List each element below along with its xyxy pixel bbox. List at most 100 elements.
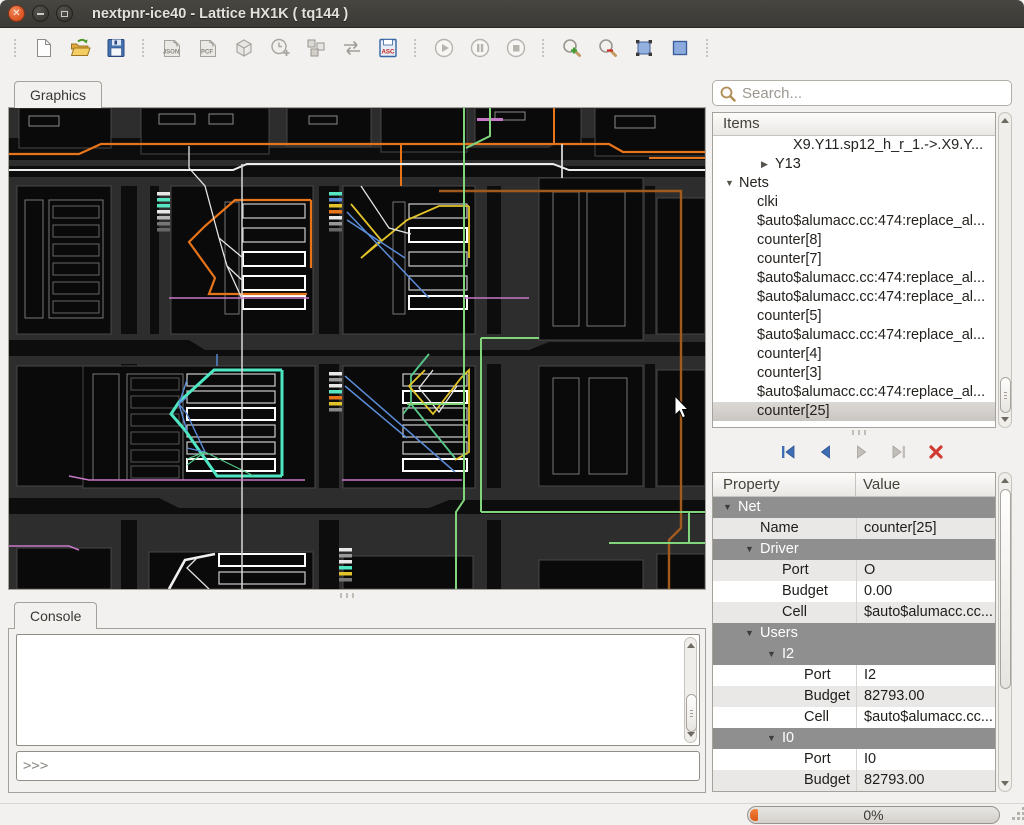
property-row[interactable]: Budget 82793.00 — [713, 686, 995, 707]
property-row[interactable]: Budget 82793.00 — [713, 770, 995, 791]
tree-item[interactable]: counter[7] — [713, 250, 995, 269]
property-name: Net — [738, 497, 761, 518]
tree-item[interactable]: Nets — [713, 174, 995, 193]
property-row[interactable]: Port I0 — [713, 749, 995, 770]
zoom-outbound-button[interactable] — [667, 35, 693, 61]
expander-icon[interactable] — [725, 174, 739, 193]
tree-item[interactable]: $auto$alumacc.cc:474:replace_al... — [713, 383, 995, 402]
property-row[interactable]: Budget 0.00 — [713, 581, 995, 602]
zoom-selection-button[interactable] — [631, 35, 657, 61]
pause-button[interactable] — [467, 35, 493, 61]
property-row[interactable]: Port I2 — [713, 665, 995, 686]
property-name: Users — [760, 623, 798, 644]
expander-icon[interactable] — [767, 644, 782, 665]
search-box[interactable] — [712, 80, 1012, 106]
save-button[interactable] — [103, 35, 129, 61]
go-next-button[interactable] — [852, 442, 872, 462]
go-first-button[interactable] — [778, 442, 798, 462]
expander-icon[interactable] — [767, 728, 782, 749]
expander-icon[interactable] — [761, 155, 775, 174]
console-output[interactable] — [16, 634, 700, 746]
tree-item[interactable]: clki — [713, 193, 995, 212]
property-row[interactable]: Net — [713, 497, 995, 518]
items-scrollbar[interactable] — [998, 112, 1012, 428]
tree-item[interactable]: $auto$alumacc.cc:474:replace_al... — [713, 269, 995, 288]
property-scrollbar[interactable] — [998, 472, 1012, 792]
column-property[interactable]: Property — [713, 473, 856, 496]
property-row[interactable]: I2 — [713, 644, 995, 665]
property-name: I2 — [782, 644, 794, 665]
search-input[interactable] — [742, 85, 1005, 102]
scroll-up-icon[interactable] — [1001, 118, 1009, 123]
expander-icon[interactable] — [745, 539, 760, 560]
property-row[interactable]: Users — [713, 623, 995, 644]
scroll-up-icon[interactable] — [687, 643, 695, 648]
tree-item[interactable]: counter[25] — [713, 402, 995, 421]
window-minimize-button[interactable] — [32, 5, 49, 22]
expander-icon[interactable] — [745, 623, 760, 644]
fpga-layout-view[interactable] — [8, 107, 706, 590]
tree-item[interactable]: Y13 — [713, 155, 995, 174]
property-name: I0 — [782, 728, 794, 749]
scroll-down-icon[interactable] — [687, 732, 695, 737]
tree-item[interactable]: $auto$alumacc.cc:474:replace_al... — [713, 212, 995, 231]
tree-item-label: clki — [757, 193, 778, 212]
property-row[interactable]: Name counter[25] — [713, 518, 995, 539]
scroll-up-icon[interactable] — [1001, 478, 1009, 483]
tree-item[interactable]: counter[8] — [713, 231, 995, 250]
window-maximize-button[interactable] — [56, 5, 73, 22]
pack-button[interactable] — [231, 35, 257, 61]
expander-icon[interactable] — [723, 497, 738, 518]
go-prev-icon — [815, 442, 835, 462]
tree-item[interactable]: counter[4] — [713, 345, 995, 364]
route-button[interactable] — [339, 35, 365, 61]
console-prompt[interactable] — [16, 751, 700, 781]
place-button[interactable] — [303, 35, 329, 61]
scrollbar-thumb[interactable] — [686, 694, 697, 732]
property-value: 82793.00 — [856, 686, 995, 707]
tree-item-label: counter[5] — [757, 307, 822, 326]
tree-item-label: $auto$alumacc.cc:474:replace_al... — [757, 383, 985, 402]
tree-item[interactable]: $auto$alumacc.cc:474:replace_al... — [713, 288, 995, 307]
property-row[interactable]: I0 — [713, 728, 995, 749]
property-row[interactable]: Cell $auto$alumacc.cc... — [713, 602, 995, 623]
scrollbar-thumb[interactable] — [1000, 377, 1011, 413]
go-last-icon — [889, 442, 909, 462]
items-header: Items — [713, 113, 995, 136]
zoom-in-button[interactable] — [559, 35, 585, 61]
assign-budget-button[interactable] — [267, 35, 293, 61]
splitter-vertical[interactable] — [852, 430, 854, 435]
console-scrollbar[interactable] — [684, 637, 697, 743]
new-file-button[interactable] — [31, 35, 57, 61]
property-row[interactable]: Port O — [713, 560, 995, 581]
play-button[interactable] — [431, 35, 457, 61]
toolbar-separator — [542, 39, 546, 57]
scrollbar-thumb[interactable] — [1000, 489, 1011, 689]
tree-item[interactable]: counter[3] — [713, 364, 995, 383]
clear-selection-button[interactable] — [926, 442, 946, 462]
main-toolbar: JSON PCF ASC — [0, 28, 1024, 68]
column-value[interactable]: Value — [856, 473, 900, 496]
property-row[interactable]: Cell $auto$alumacc.cc... — [713, 707, 995, 728]
tree-item[interactable]: X9.Y11.sp12_h_r_1.->.X9.Y... — [713, 136, 995, 155]
export-json-button[interactable]: JSON — [159, 35, 185, 61]
stop-button[interactable] — [503, 35, 529, 61]
export-asc-button[interactable]: ASC — [375, 35, 401, 61]
property-row[interactable]: Driver — [713, 539, 995, 560]
splitter-horizontal[interactable] — [340, 593, 342, 598]
resize-grip-icon[interactable] — [1017, 812, 1020, 815]
zoom-out-button[interactable] — [595, 35, 621, 61]
go-last-button[interactable] — [889, 442, 909, 462]
tree-item[interactable]: counter[5] — [713, 307, 995, 326]
console-input[interactable] — [17, 752, 699, 780]
scroll-down-icon[interactable] — [1001, 781, 1009, 786]
open-file-button[interactable] — [67, 35, 93, 61]
tab-console[interactable]: Console — [14, 602, 97, 629]
tab-graphics[interactable]: Graphics — [14, 81, 102, 108]
go-prev-button[interactable] — [815, 442, 835, 462]
tree-item[interactable]: $auto$alumacc.cc:474:replace_al... — [713, 326, 995, 345]
export-pcf-button[interactable]: PCF — [195, 35, 221, 61]
scroll-down-icon[interactable] — [1001, 417, 1009, 422]
new-file-icon — [32, 36, 56, 60]
window-close-button[interactable]: ✕ — [8, 5, 25, 22]
